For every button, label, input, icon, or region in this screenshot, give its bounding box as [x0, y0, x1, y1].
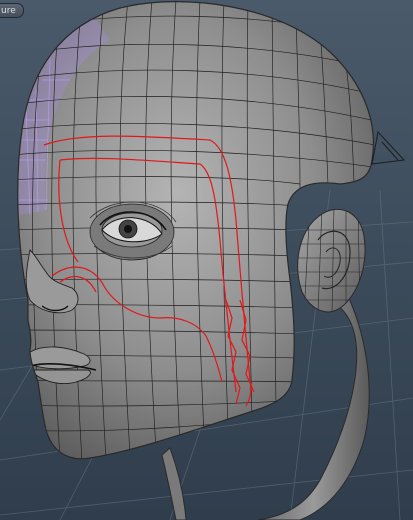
3d-viewport[interactable]: ure	[0, 0, 413, 520]
viewport-tab[interactable]: ure	[0, 3, 24, 18]
viewport-scene[interactable]	[0, 0, 413, 520]
